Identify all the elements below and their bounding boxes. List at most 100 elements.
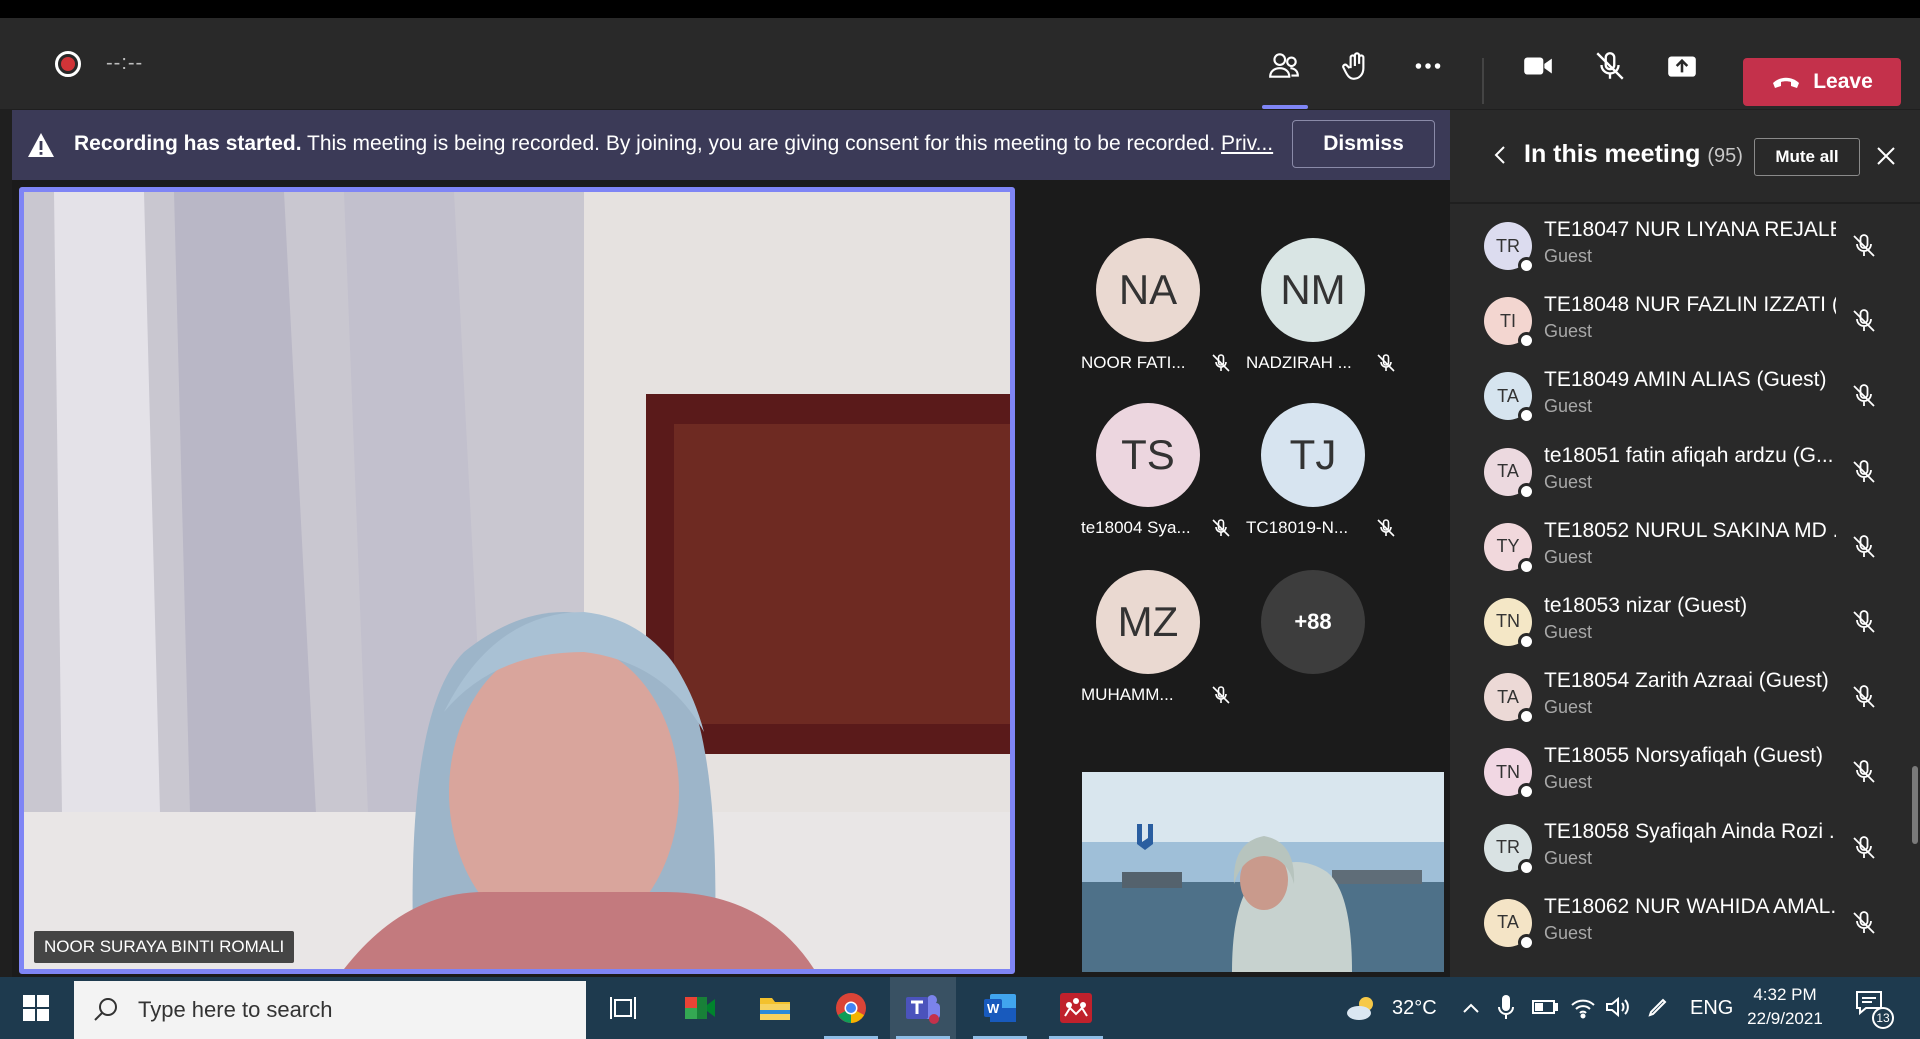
banner-message-text: This meeting is being recorded. By joini… (307, 132, 1216, 155)
participant-list: TR TE18047 NUR LIYANA REJALEI... Guest TI TE… (1450, 218, 1920, 970)
participant-row[interactable]: TN TE18055 Norsyafiqah (Guest) Guest (1450, 744, 1920, 819)
mic-off-icon (1212, 519, 1230, 537)
participant-tile[interactable]: MZ MUHAMM... (1081, 570, 1231, 705)
presence-status-icon (1518, 332, 1535, 350)
mic-off-icon[interactable] (1850, 683, 1878, 711)
presence-status-icon (1518, 933, 1535, 951)
participant-row[interactable]: TA te18051 fatin afiqah ardzu (G... Guest (1450, 444, 1920, 519)
people-active-indicator (1262, 105, 1308, 109)
raise-hand-button[interactable] (1335, 44, 1379, 88)
clock-date: 22/9/2021 (1747, 1009, 1823, 1028)
more-actions-button[interactable] (1406, 44, 1450, 88)
taskbar-app-word[interactable]: W (967, 977, 1033, 1039)
participant-row[interactable]: TI TE18048 NUR FAZLIN IZZATI (... Guest (1450, 293, 1920, 368)
microphone-icon[interactable] (1498, 993, 1514, 1021)
weather-icon[interactable] (1344, 993, 1378, 1023)
participant-role: Guest (1544, 621, 1593, 642)
participant-name: te18053 nizar (Guest) (1544, 593, 1748, 617)
close-icon[interactable] (1874, 144, 1898, 168)
participant-row[interactable]: TY TE18052 NURUL SAKINA MD ... Guest (1450, 519, 1920, 594)
participants-panel: In this meeting (95) Mute all TR TE18047 … (1450, 110, 1920, 977)
avatar: NM (1261, 238, 1365, 342)
mute-all-button[interactable]: Mute all (1754, 138, 1860, 176)
phone-icon (1773, 77, 1800, 88)
weather-temperature[interactable]: 32°C (1392, 977, 1437, 1039)
taskbar-app-meet[interactable] (667, 977, 733, 1039)
avatar: TS (1096, 403, 1200, 507)
panel-divider (1450, 202, 1920, 204)
taskbar-app-chrome[interactable] (818, 977, 884, 1039)
avatar: NA (1096, 238, 1200, 342)
participant-tile[interactable]: NM NADZIRAH ... (1246, 238, 1396, 373)
participant-tile[interactable]: TS te18004 Sya... (1081, 403, 1231, 538)
task-view-button[interactable] (590, 977, 656, 1039)
wifi-icon[interactable] (1570, 995, 1596, 1019)
app-icon (1060, 993, 1092, 1023)
scrollbar-thumb[interactable] (1912, 766, 1918, 844)
participant-row[interactable]: TA TE18049 AMIN ALIAS (Guest) Guest (1450, 368, 1920, 443)
participant-name: TE18047 NUR LIYANA REJALEI... (1544, 218, 1836, 241)
participant-row[interactable]: TR TE18047 NUR LIYANA REJALEI... Guest (1450, 218, 1920, 293)
people-button[interactable] (1262, 44, 1306, 88)
taskbar-search[interactable]: Type here to search (74, 981, 586, 1039)
speaker-name-tag: NOOR SURAYA BINTI ROMALI (34, 931, 295, 963)
word-icon: W (984, 994, 1016, 1022)
leave-label: Leave (1813, 70, 1873, 93)
windows-logo-icon (23, 995, 49, 1021)
participant-row[interactable]: TN te18053 nizar (Guest) Guest (1450, 594, 1920, 669)
pen-icon[interactable] (1646, 995, 1670, 1019)
participant-tile[interactable]: NA NOOR FATI... (1081, 238, 1231, 373)
taskbar-app-teams[interactable] (890, 977, 956, 1039)
share-button[interactable] (1660, 44, 1704, 88)
tile-label: te18004 Sya... (1081, 518, 1231, 538)
privacy-link[interactable]: Priv... (1221, 132, 1273, 155)
folder-icon (760, 998, 790, 1020)
avatar: MZ (1096, 570, 1200, 674)
start-button[interactable] (10, 977, 62, 1039)
mic-off-icon[interactable] (1850, 533, 1878, 561)
input-language[interactable]: ENG (1690, 977, 1733, 1039)
dismiss-button[interactable]: Dismiss (1292, 120, 1435, 168)
mic-off-icon[interactable] (1850, 307, 1878, 335)
mic-off-icon[interactable] (1850, 382, 1878, 410)
notification-count: 13 (1872, 1007, 1894, 1029)
mic-off-icon[interactable] (1850, 232, 1878, 260)
panel-header: In this meeting (95) Mute all (1450, 110, 1920, 200)
banner-message: This meeting is being recorded. By joini… (307, 132, 1282, 156)
mic-button[interactable] (1588, 44, 1632, 88)
self-video-preview[interactable] (1082, 772, 1444, 972)
meeting-toolbar: --:-- Leave (0, 18, 1920, 109)
presence-status-icon (1518, 632, 1535, 650)
notification-center-button[interactable]: 13 (1854, 989, 1894, 1029)
mic-off-icon[interactable] (1850, 834, 1878, 862)
participant-role: Guest (1544, 772, 1593, 793)
camera-button[interactable] (1516, 44, 1560, 88)
clock[interactable]: 4:32 PM 22/9/2021 (1730, 983, 1840, 1031)
tile-name: MUHAMM... (1081, 685, 1174, 704)
meet-icon (685, 997, 715, 1019)
participant-role: Guest (1544, 546, 1593, 567)
taskbar-app-other[interactable] (1043, 977, 1109, 1039)
mic-off-icon[interactable] (1850, 909, 1878, 937)
mic-off-icon[interactable] (1850, 608, 1878, 636)
participant-row[interactable]: TR TE18058 Syafiqah Ainda Rozi ... Guest (1450, 820, 1920, 895)
mic-off-icon[interactable] (1850, 458, 1878, 486)
participant-name: TE18048 NUR FAZLIN IZZATI (... (1544, 293, 1836, 317)
battery-icon[interactable] (1532, 999, 1558, 1015)
volume-icon[interactable] (1604, 995, 1630, 1019)
main-speaker-video[interactable]: NOOR SURAYA BINTI ROMALI (19, 187, 1015, 974)
chevron-up-icon[interactable] (1462, 999, 1480, 1017)
toolbar-divider (1482, 58, 1484, 104)
leave-button[interactable]: Leave (1743, 58, 1901, 106)
participant-role: Guest (1544, 321, 1593, 342)
teams-meeting-window: --:-- Leave Recording has started. This (0, 0, 1920, 1039)
mic-off-icon[interactable] (1850, 758, 1878, 786)
participant-row[interactable]: TA TE18062 NUR WAHIDA AMAL... Guest (1450, 895, 1920, 970)
taskbar-app-explorer[interactable] (742, 977, 808, 1039)
participant-tile[interactable]: TJ TC18019-N... (1246, 403, 1396, 538)
participant-row[interactable]: TA TE18054 Zarith Azraai (Guest) Guest (1450, 669, 1920, 744)
self-video-image (1082, 772, 1444, 972)
presence-status-icon (1518, 257, 1535, 274)
more-participants-tile[interactable]: +88 (1246, 570, 1396, 674)
chevron-left-icon[interactable] (1490, 144, 1512, 166)
